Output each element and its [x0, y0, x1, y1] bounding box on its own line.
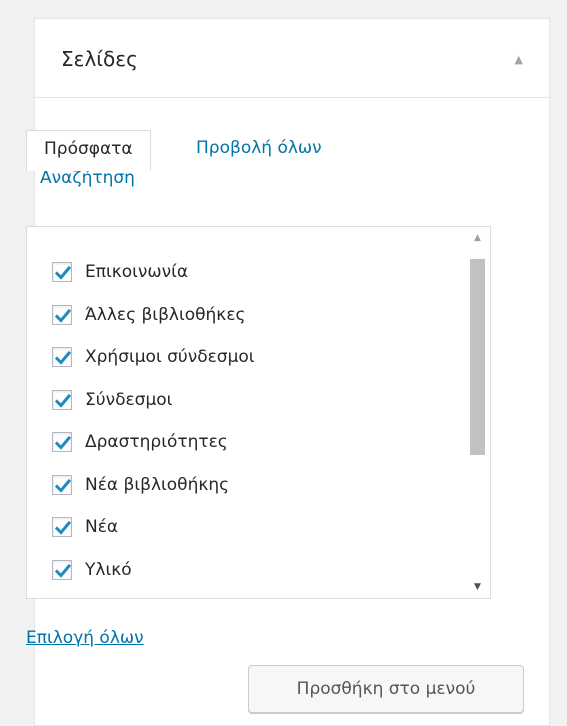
list-item[interactable]: Νέα: [52, 512, 118, 542]
checkbox[interactable]: [52, 432, 72, 452]
checkmark-icon: [54, 520, 72, 535]
panel-header[interactable]: Σελίδες ▲: [35, 19, 549, 98]
list-item[interactable]: Υλικό: [52, 555, 132, 585]
tab-recent[interactable]: Πρόσφατα: [26, 130, 151, 171]
list-item-label: Επικοινωνία: [85, 262, 189, 282]
checkbox[interactable]: [52, 389, 72, 410]
pages-checklist: Επικοινωνία Άλλες βιβλιοθήκες Χρήσιμοι σύν…: [26, 226, 491, 599]
tab-search[interactable]: Αναζήτηση: [40, 168, 135, 188]
list-item-label: Άλλες βιβλιοθήκες: [85, 304, 246, 325]
scroll-up-arrow-icon[interactable]: ▲: [465, 227, 490, 249]
checkbox[interactable]: [52, 304, 72, 325]
list-item[interactable]: Νέα βιβλιοθήκης: [52, 470, 229, 500]
list-item[interactable]: Σύνδεσμοι: [52, 385, 172, 415]
tab-view-all[interactable]: Προβολή όλων: [196, 138, 322, 158]
checkmark-icon: [54, 393, 72, 408]
scroll-thumb[interactable]: [470, 259, 485, 455]
checkbox[interactable]: [52, 559, 72, 580]
checkbox[interactable]: [52, 262, 72, 282]
checkmark-icon: [54, 265, 72, 280]
checkbox[interactable]: [52, 347, 72, 367]
list-item-label: Νέα: [85, 517, 119, 537]
panel-title: Σελίδες: [61, 47, 138, 71]
arrow-up-icon[interactable]: ▲: [515, 53, 523, 66]
list-item-label: Νέα βιβλιοθήκης: [85, 474, 230, 495]
list-item-label: Χρήσιμοι σύνδεσμοι: [85, 347, 255, 367]
checkbox[interactable]: [52, 474, 72, 495]
checkmark-icon: [54, 308, 72, 323]
list-item-label: Υλικό: [85, 559, 132, 580]
checkmark-icon: [54, 435, 72, 450]
list-item-label: Σύνδεσμοι: [85, 389, 173, 410]
scroll-down-arrow-icon[interactable]: ▼: [465, 576, 490, 598]
list-item[interactable]: Άλλες βιβλιοθήκες: [52, 300, 246, 330]
checkmark-icon: [54, 350, 72, 365]
list-item[interactable]: Χρήσιμοι σύνδεσμοι: [52, 342, 255, 372]
list-item[interactable]: Επικοινωνία: [52, 257, 188, 287]
scrollbar[interactable]: ▲ ▼: [465, 227, 490, 598]
select-all-link[interactable]: Επιλογή όλων: [26, 628, 144, 648]
checkbox[interactable]: [52, 517, 72, 537]
list-item[interactable]: Δραστηριότητες: [52, 427, 228, 457]
checkmark-icon: [54, 563, 72, 578]
checkmark-icon: [54, 478, 72, 493]
add-to-menu-button[interactable]: Προσθήκη στο μενού: [248, 665, 524, 713]
list-item-label: Δραστηριότητες: [85, 432, 228, 452]
